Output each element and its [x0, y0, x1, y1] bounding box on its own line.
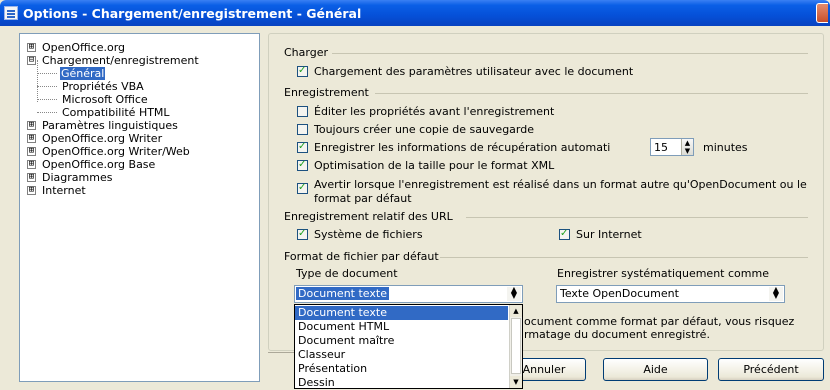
previous-button[interactable]: Précédent: [718, 358, 824, 381]
tree-item-language[interactable]: ⊞ Paramètres linguistiques: [27, 119, 178, 132]
tree-item-label: Chargement/enregistrement: [42, 54, 199, 67]
format-info-line2: rmatage du document enregistré.: [524, 328, 710, 341]
always-save-as-label: Enregistrer systématiquement comme: [557, 267, 769, 280]
title-bar: Options - Chargement/enregistrement - Gé…: [0, 0, 830, 26]
always-save-as-selected: Texte OpenDocument: [560, 287, 679, 300]
section-title-charger: Charger: [284, 46, 328, 59]
spin-arrows-icon[interactable]: ▲ ▼: [769, 286, 783, 301]
warn-format-checkbox[interactable]: [297, 182, 308, 194]
tree-item-label: Internet: [42, 184, 86, 197]
internet-label: Sur Internet: [576, 228, 642, 241]
dropdown-option[interactable]: Présentation: [295, 362, 508, 376]
scroll-thumb[interactable]: [511, 318, 521, 374]
optimize-xml-label: Optimisation de la taille pour le format…: [314, 159, 555, 172]
tree-item-label: Diagrammes: [42, 171, 113, 184]
tree-item-label: OpenOffice.org Base: [42, 158, 156, 171]
dropdown-option[interactable]: Document HTML: [295, 320, 508, 334]
internet-checkbox[interactable]: [559, 228, 570, 240]
doc-type-selected: Document texte: [296, 287, 389, 300]
tree-item-label: Général: [60, 67, 106, 80]
section-divider: [375, 93, 808, 94]
tree-item-label: OpenOffice.org: [42, 41, 126, 54]
expand-icon[interactable]: ⊞: [27, 172, 36, 182]
tree-item-internet[interactable]: ⊞ Internet: [27, 184, 86, 197]
scroll-down-icon[interactable]: ▼: [510, 376, 522, 388]
format-info-line1: ocument comme format par défaut, vous ri…: [524, 315, 795, 328]
button-separator: [268, 352, 294, 353]
always-save-as-select[interactable]: Texte OpenDocument ▲ ▼: [556, 285, 785, 303]
warn-format-label-line1: Avertir lorsque l'enregistrement est réa…: [314, 178, 807, 191]
expand-icon[interactable]: ⊞: [27, 185, 36, 195]
tree-item-vba[interactable]: Propriétés VBA: [62, 80, 144, 93]
doc-type-dropdown-list[interactable]: Document texte Document HTML Document ma…: [294, 304, 523, 389]
window-title: Options - Chargement/enregistrement - Gé…: [23, 5, 362, 21]
autosave-checkbox[interactable]: [297, 141, 308, 153]
expand-icon[interactable]: ⊞: [27, 159, 36, 169]
autosave-label: Enregistrer les informations de récupéra…: [314, 141, 611, 154]
expand-icon[interactable]: ⊞: [27, 42, 36, 52]
stepper-arrows-icon[interactable]: ▲ ▼: [681, 139, 693, 155]
tree-item-charts[interactable]: ⊞ Diagrammes: [27, 171, 112, 184]
dropdown-option[interactable]: Dessin: [295, 376, 508, 390]
edit-properties-label: Éditer les propriétés avant l'enregistre…: [314, 105, 555, 118]
app-icon: [4, 6, 18, 20]
always-backup-label: Toujours créer une copie de sauvegarde: [314, 123, 534, 136]
section-title-default-format: Format de fichier par défaut: [284, 250, 439, 263]
options-tree[interactable]: ⊞ OpenOffice.org ⊟ Chargement/enregistreme…: [19, 33, 260, 382]
tree-item-general[interactable]: Général: [60, 67, 106, 80]
tree-item-label: OpenOffice.org Writer/Web: [42, 145, 190, 158]
minutes-label: minutes: [703, 141, 748, 154]
load-user-settings-checkbox[interactable]: [297, 65, 308, 77]
section-title-enregistrement: Enregistrement: [284, 86, 369, 99]
expand-icon[interactable]: ⊞: [27, 120, 36, 130]
warn-format-label-line2: format par défaut: [314, 192, 412, 205]
section-divider: [332, 53, 808, 54]
spin-arrows-icon[interactable]: ▲ ▼: [507, 286, 521, 301]
always-backup-checkbox[interactable]: [297, 124, 308, 135]
help-button[interactable]: Aide: [603, 358, 708, 381]
section-title-relative-urls: Enregistrement relatif des URL: [284, 210, 453, 223]
dropdown-option[interactable]: Document texte: [295, 306, 508, 320]
close-button[interactable]: [816, 3, 828, 23]
optimize-xml-checkbox[interactable]: [297, 159, 308, 171]
tree-item-label: Propriétés VBA: [62, 80, 144, 93]
tree-item-openoffice[interactable]: ⊞ OpenOffice.org: [27, 41, 125, 54]
tree-item-html-compat[interactable]: Compatibilité HTML: [62, 106, 170, 119]
tree-item-writer-web[interactable]: ⊞ OpenOffice.org Writer/Web: [27, 145, 190, 158]
doc-type-label: Type de document: [296, 267, 398, 280]
section-divider: [440, 257, 808, 258]
tree-item-writer[interactable]: ⊞ OpenOffice.org Writer: [27, 132, 162, 145]
doc-type-select[interactable]: Document texte ▲ ▼: [294, 285, 523, 303]
load-user-settings-label: Chargement des paramètres utilisateur av…: [314, 65, 634, 78]
tree-item-label: OpenOffice.org Writer: [42, 132, 163, 145]
file-system-label: Système de fichiers: [314, 228, 423, 241]
file-system-checkbox[interactable]: [297, 228, 308, 240]
expand-icon[interactable]: ⊞: [27, 133, 36, 143]
tree-item-base[interactable]: ⊞ OpenOffice.org Base: [27, 158, 155, 171]
dropdown-option[interactable]: Document maître: [295, 334, 508, 348]
collapse-icon[interactable]: ⊟: [27, 55, 36, 65]
dropdown-option[interactable]: Classeur: [295, 348, 508, 362]
tree-item-label: Paramètres linguistiques: [42, 119, 178, 132]
autosave-minutes-stepper[interactable]: 15 ▲ ▼: [650, 138, 694, 156]
expand-icon[interactable]: ⊞: [27, 146, 36, 156]
autosave-minutes-value: 15: [654, 141, 668, 154]
dropdown-scrollbar[interactable]: ▲ ▼: [509, 305, 522, 388]
tree-item-label: Microsoft Office: [62, 93, 148, 106]
tree-item-ms-office[interactable]: Microsoft Office: [62, 93, 148, 106]
tree-item-label: Compatibilité HTML: [62, 106, 170, 119]
section-divider: [466, 217, 808, 218]
tree-item-load-save[interactable]: ⊟ Chargement/enregistrement: [27, 54, 199, 67]
scroll-up-icon[interactable]: ▲: [510, 305, 522, 317]
edit-properties-checkbox[interactable]: [297, 106, 308, 117]
